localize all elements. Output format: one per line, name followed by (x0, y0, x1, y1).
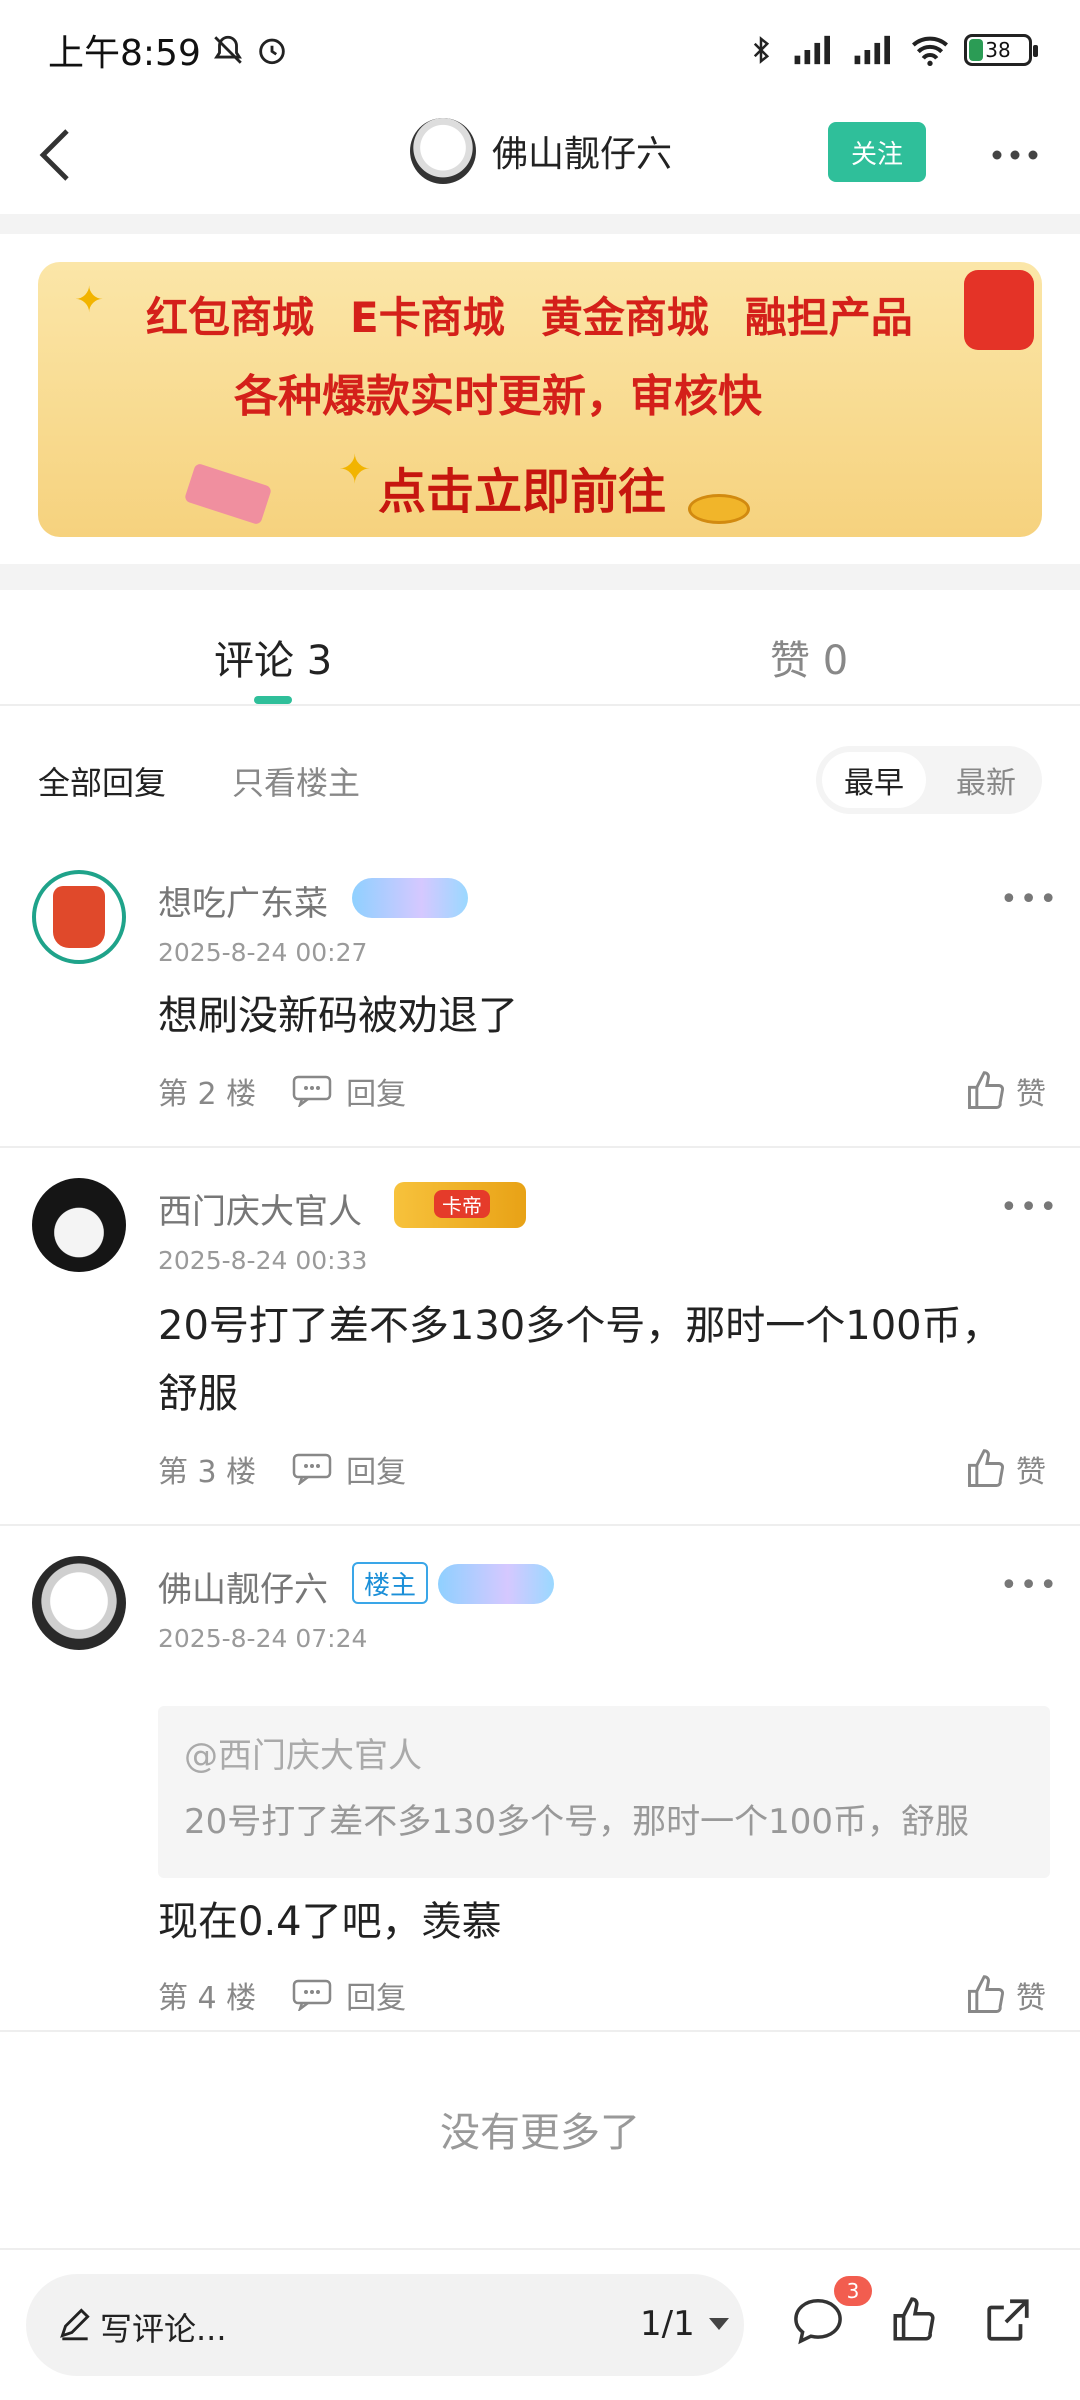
comment-more-icon[interactable]: ••• (1000, 882, 1059, 917)
page-selector[interactable]: 1/1 (640, 2304, 731, 2344)
like-button[interactable]: 赞 (964, 1444, 1046, 1494)
avatar[interactable] (32, 1178, 126, 1272)
post-author[interactable]: 佛山靓仔六 (410, 118, 672, 184)
like-button[interactable]: 赞 (964, 1970, 1046, 2020)
comment-time: 2025-8-24 07:24 (158, 1624, 368, 1653)
tab-bar: 评论 3 赞 0 (0, 590, 1080, 706)
pen-icon (56, 2304, 94, 2346)
thumbs-up-icon (968, 1071, 1004, 1109)
like-button[interactable]: 赞 (964, 1066, 1046, 1116)
comment-footer: 第 3 楼 回复 (158, 1444, 406, 1494)
battery-icon: 38 (964, 34, 1038, 66)
comment-author[interactable]: 想吃广东菜 (158, 876, 328, 925)
avatar[interactable] (410, 118, 476, 184)
avatar[interactable] (32, 1556, 126, 1650)
comment-text: 现在0.4了吧，羡慕 (158, 1899, 502, 1945)
reply-icon (292, 1075, 332, 1107)
comment-input[interactable]: 写评论... 1/1 (26, 2274, 744, 2376)
coin-icon (688, 494, 750, 524)
reply-button[interactable]: 回复 (292, 1973, 406, 2017)
wifi-icon (910, 33, 950, 67)
quoted-text: 20号打了差不多130多个号，那时一个100币，舒服 (184, 1802, 970, 1842)
quoted-comment[interactable]: @西门庆大官人 20号打了差不多130多个号，那时一个100币，舒服 (158, 1706, 1050, 1878)
avatar[interactable] (32, 870, 126, 964)
share-icon[interactable] (978, 2290, 1038, 2350)
comment-item: 想吃广东菜 2025-8-24 00:27 ••• 想刷没新码被劝退了 第 2 … (0, 842, 1080, 1148)
signal-icon (850, 33, 896, 67)
level-badge (438, 1564, 554, 1604)
comment-more-icon[interactable]: ••• (1000, 1568, 1059, 1603)
quoted-user: @西门庆大官人 (184, 1736, 422, 1776)
end-of-list-text: 没有更多了 (440, 2110, 640, 2156)
tab-comments[interactable]: 评论 3 (214, 628, 332, 686)
comment-item: 佛山靓仔六 楼主 2025-8-24 07:24 ••• @西门庆大官人 20号… (0, 1528, 1080, 2032)
comment-placeholder: 写评论... (100, 2310, 227, 2348)
sort-newest[interactable]: 最新 (934, 752, 1038, 808)
floor-number: 第 3 楼 (158, 1455, 257, 1490)
comment-text: 想刷没新码被劝退了 (158, 993, 518, 1039)
comment-footer: 第 4 楼 回复 (158, 1970, 406, 2020)
comment-more-icon[interactable]: ••• (1000, 1190, 1059, 1225)
bottom-action-bar: 写评论... 1/1 3 (0, 2248, 1080, 2400)
floor-number: 第 2 楼 (158, 1077, 257, 1112)
filter-op-only[interactable]: 只看楼主 (232, 758, 360, 804)
clock: 上午8:59 (48, 33, 201, 74)
signal-icon (790, 33, 836, 67)
divider (0, 564, 1080, 590)
banner-subtitle: 各种爆款实时更新，审核快 (234, 371, 762, 422)
filter-row: 全部回复 只看楼主 最早 最新 (0, 740, 1080, 820)
comment-text: 20号打了差不多130多个号，那时一个100币，舒服 (158, 1303, 1002, 1417)
envelope-icon (183, 462, 273, 526)
thumbs-up-icon (968, 1449, 1004, 1487)
nav-bar: 佛山靓仔六 关注 (0, 100, 1080, 210)
comment-item: 西门庆大官人 卡帝 2025-8-24 00:33 ••• 20号打了差不多13… (0, 1150, 1080, 1526)
sort-earliest[interactable]: 最早 (822, 752, 926, 808)
follow-button[interactable]: 关注 (828, 122, 926, 182)
op-badge: 楼主 (352, 1562, 429, 1604)
caret-down-icon (708, 2318, 729, 2330)
comment-author[interactable]: 西门庆大官人 (158, 1184, 362, 1233)
level-badge: 卡帝 (394, 1182, 526, 1228)
comment-count-badge: 3 (834, 2276, 872, 2306)
comment-time: 2025-8-24 00:33 (158, 1246, 368, 1275)
mute-icon (211, 33, 245, 67)
level-badge (352, 878, 468, 918)
tab-likes[interactable]: 赞 0 (770, 628, 848, 686)
comment-time: 2025-8-24 00:27 (158, 938, 368, 967)
reply-icon (292, 1979, 332, 2011)
promo-banner[interactable]: ✦ 红包商城 E卡商城 黄金商城 融担产品 各种爆款实时更新，审核快 ✦ 点击立… (38, 262, 1042, 537)
alarm-icon (255, 33, 289, 67)
back-button[interactable] (20, 120, 90, 190)
bluetooth-icon (746, 33, 776, 67)
reply-button[interactable]: 回复 (292, 1447, 406, 1491)
thumbs-up-icon (968, 1975, 1004, 2013)
page-title: 佛山靓仔六 (492, 134, 673, 175)
banner-cta[interactable]: 点击立即前往 (378, 452, 666, 522)
status-bar: 上午8:59 38 (0, 0, 1080, 100)
comment-footer: 第 2 楼 回复 (158, 1066, 406, 1116)
sort-switch: 最早 最新 (816, 746, 1042, 814)
banner-headline: 红包商城 E卡商城 黄金商城 融担产品 (146, 293, 913, 342)
sparkle-icon: ✦ (338, 447, 372, 493)
reply-button[interactable]: 回复 (292, 1069, 406, 1113)
sparkle-icon: ✦ (74, 280, 105, 321)
divider (0, 214, 1080, 234)
thumbs-up-icon[interactable] (884, 2290, 944, 2350)
filter-all-replies[interactable]: 全部回复 (38, 758, 166, 804)
tab-indicator (254, 696, 292, 704)
reply-icon (292, 1453, 332, 1485)
floor-number: 第 4 楼 (158, 1981, 257, 2016)
red-envelope-icon (964, 270, 1034, 350)
comment-author[interactable]: 佛山靓仔六 (158, 1562, 328, 1611)
more-menu-icon[interactable] (985, 130, 1045, 180)
